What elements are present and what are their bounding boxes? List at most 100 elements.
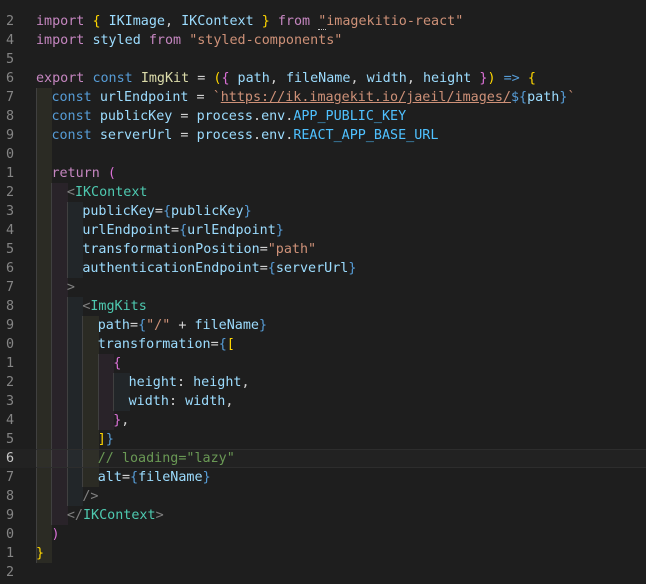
code-line[interactable]: 6 authenticationEndpoint={serverUrl} [0,259,646,278]
line-number: 5 [5,432,14,447]
code-token: = [259,261,268,276]
code-token: serverUrl [99,128,173,143]
code-line[interactable]: 6 export const ImgKit = ({ path, fileName… [0,69,646,88]
code-line[interactable]: 5 transformationPosition="path" [0,240,646,259]
code-text: ]} [98,430,114,449]
code-token: "styled-components" [189,33,343,48]
code-line[interactable]: 0) [0,525,646,544]
code-line[interactable]: 2 <IKContext [0,183,646,202]
code-token: REACT_APP_BASE_URL [293,128,439,143]
code-token: env [261,128,286,143]
code-line[interactable]: 2 import { IKImage, IKContext } from "ima… [0,12,646,31]
code-token: { [218,337,227,352]
code-token: , [225,394,234,409]
code-line[interactable]: 1{ [0,354,646,373]
code-text: }, [113,411,129,430]
code-text: urlEndpoint={urlEndpoint} [82,221,284,240]
code-line[interactable]: 9 path={"/" + fileName} [0,316,646,335]
code-line[interactable]: 0 transformation={[ [0,335,646,354]
code-line[interactable]: 2 [0,563,646,582]
code-token: , [269,71,286,86]
code-line[interactable]: 7 alt={fileName} [0,468,646,487]
line-number: 8 [5,299,14,314]
code-token: IKContext [74,185,148,200]
code-line[interactable]: 4 urlEndpoint={urlEndpoint} [0,221,646,240]
code-token: = [172,109,197,124]
code-line[interactable]: 4}, [0,411,646,430]
code-text: return ( [51,164,116,183]
code-text: transformationPosition="path" [82,240,316,259]
code-line[interactable]: 7 > [0,278,646,297]
code-token: . [253,128,262,143]
code-token: . [253,109,262,124]
code-token: // loading="lazy" [97,451,235,466]
code-text: > [67,278,75,297]
code-line[interactable]: 0 [0,145,646,164]
code-token: from [269,14,319,29]
code-token: height [128,375,177,390]
code-token: } [253,14,270,29]
code-token: publicKey [171,204,244,219]
code-text: width: width, [129,392,234,411]
code-line[interactable]: 4 import styled from "styled-components" [0,31,646,50]
code-text: } [36,544,44,563]
code-line[interactable]: 3 width: width, [0,392,646,411]
line-number: 6 [5,71,14,86]
code-line[interactable]: 7 const urlEndpoint = `https://ik.imageki… [0,88,646,107]
line-number: 0 [5,527,14,542]
code-text: /> [82,487,98,506]
line-number: 7 [5,280,14,295]
code-line[interactable]: 8 /> [0,487,646,506]
code-token: { [221,71,230,86]
code-token: { [138,318,147,333]
code-token: = [130,318,139,333]
line-number: 9 [5,128,14,143]
code-token: > [66,280,75,295]
code-token: serverUrl [275,261,349,276]
line-number: 5 [5,52,14,67]
line-number: 4 [5,413,14,428]
code-token: process [196,128,253,143]
code-editor[interactable]: 2 import { IKImage, IKContext } from "ima… [0,0,646,584]
line-number: 2 [5,185,14,200]
code-token: { [162,204,171,219]
code-line[interactable]: 1} [0,544,646,563]
code-token: } [259,318,268,333]
code-line[interactable]: 6 // loading="lazy" [0,449,646,468]
code-token: IKContext [181,14,254,29]
code-line[interactable]: 9 const serverUrl = process.env.REACT_APP… [0,126,646,145]
code-token: = [210,337,219,352]
code-token: ${ [510,90,528,105]
code-token: path [97,318,130,333]
code-token: ` [212,90,221,105]
code-token: publicKey [99,109,173,124]
code-token: IKImage [108,14,165,29]
code-line[interactable]: 8 const publicKey = process.env.APP_PUBLI… [0,107,646,126]
code-line[interactable]: 2 height: height, [0,373,646,392]
code-line[interactable]: 5]} [0,430,646,449]
code-token: urlEndpoint [82,223,171,238]
code-token: ) [51,527,60,542]
code-token: const [51,128,100,143]
code-text: <IKContext [67,183,148,202]
code-line[interactable]: 5 [0,50,646,69]
line-number: 2 [5,565,14,580]
code-token: < [66,185,75,200]
code-token: https://ik.imagekit.io/jaeil/images/ [220,90,511,105]
code-token: width [366,71,407,86]
code-token: styled [92,33,141,48]
code-token: , [165,14,182,29]
line-number: 1 [5,356,14,371]
code-token: publicKey [82,204,155,219]
code-token: } [471,71,488,86]
code-line[interactable]: 1 return ( [0,164,646,183]
line-number: 6 [5,261,14,276]
line-number: 7 [5,90,14,105]
code-line[interactable]: 8 <ImgKits [0,297,646,316]
code-line[interactable]: 9 </IKContext> [0,506,646,525]
code-line[interactable]: 3 publicKey={publicKey} [0,202,646,221]
code-text: import styled from "styled-components" [36,31,342,50]
code-token: width [128,394,169,409]
code-token: = [121,470,130,485]
